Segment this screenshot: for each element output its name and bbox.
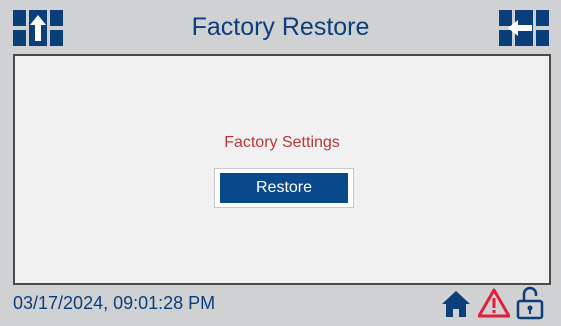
- next-screen-icon[interactable]: [499, 10, 549, 46]
- header-bar: Factory Restore: [0, 0, 561, 54]
- datetime-display: 03/17/2024, 09:01:28 PM: [13, 293, 216, 313]
- restore-button[interactable]: Restore: [220, 173, 348, 203]
- hmi-screen: Factory Restore Factory Settings Restore…: [0, 0, 561, 326]
- unlocked-padlock-icon[interactable]: [516, 286, 544, 320]
- restore-button-frame: Restore: [214, 168, 354, 208]
- alarm-warning-icon[interactable]: [478, 288, 510, 318]
- page-title: Factory Restore: [191, 13, 370, 41]
- main-panel: Factory Settings Restore: [13, 54, 551, 285]
- factory-settings-label: Factory Settings: [224, 134, 340, 151]
- home-icon[interactable]: [441, 290, 471, 318]
